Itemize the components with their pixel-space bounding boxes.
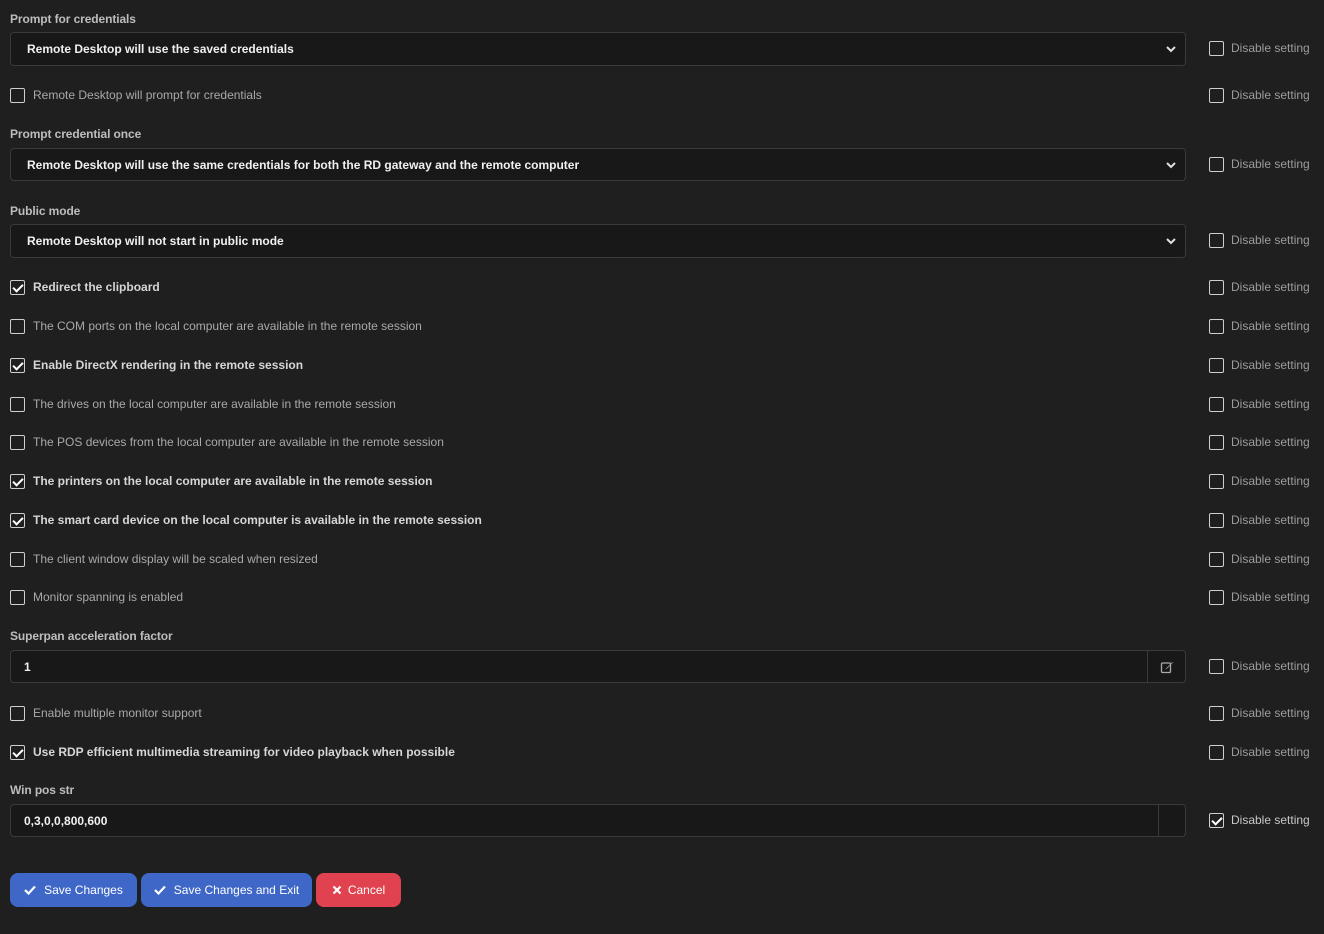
- save-button[interactable]: Save Changes: [10, 873, 137, 907]
- disable-drives-checkbox[interactable]: [1209, 397, 1224, 412]
- disable-directx-checkbox[interactable]: [1209, 358, 1224, 373]
- monitor-spanning-checkbox[interactable]: [10, 590, 25, 605]
- multi-monitor-checkbox[interactable]: [10, 706, 25, 721]
- save-exit-button-label: Save Changes and Exit: [173, 883, 300, 897]
- edit-icon: [1160, 661, 1173, 673]
- save-button-label: Save Changes: [44, 883, 123, 897]
- cancel-button[interactable]: Cancel: [316, 873, 401, 907]
- close-icon: [332, 885, 342, 895]
- disable-prompt-credentials-checkbox[interactable]: [1209, 41, 1224, 56]
- cancel-button-label: Cancel: [347, 883, 386, 897]
- prompt-once-select[interactable]: Remote Desktop will use the same credent…: [10, 148, 1186, 181]
- pos-devices-checkbox[interactable]: [10, 435, 25, 450]
- disable-public-mode-checkbox[interactable]: [1209, 233, 1224, 248]
- printers-label: The printers on the local computer are a…: [33, 474, 433, 488]
- public-mode-value: Remote Desktop will not start in public …: [27, 234, 284, 248]
- disable-setting-label: Disable setting: [1231, 233, 1310, 247]
- redirect-clipboard-checkbox[interactable]: [10, 280, 25, 295]
- disable-setting-label: Disable setting: [1231, 157, 1310, 171]
- disable-redirect-clipboard-checkbox[interactable]: [1209, 280, 1224, 295]
- directx-checkbox[interactable]: [10, 358, 25, 373]
- prompt-credentials-checkbox-label: Remote Desktop will prompt for credentia…: [33, 88, 262, 102]
- disable-monitor-spanning-checkbox[interactable]: [1209, 590, 1224, 605]
- public-mode-label: Public mode: [10, 204, 81, 218]
- disable-pos-devices-checkbox[interactable]: [1209, 435, 1224, 450]
- disable-scaled-display-checkbox[interactable]: [1209, 552, 1224, 567]
- disable-superpan-checkbox[interactable]: [1209, 659, 1224, 674]
- disable-prompt-checkbox-checkbox[interactable]: [1209, 88, 1224, 103]
- multimedia-streaming-label: Use RDP efficient multimedia streaming f…: [33, 745, 455, 759]
- prompt-credentials-checkbox[interactable]: [10, 88, 25, 103]
- scaled-display-label: The client window display will be scaled…: [33, 552, 318, 566]
- disable-setting-label: Disable setting: [1231, 513, 1310, 527]
- disable-setting-label: Disable setting: [1231, 813, 1310, 827]
- disable-setting-label: Disable setting: [1231, 280, 1310, 294]
- disable-smart-card-checkbox[interactable]: [1209, 513, 1224, 528]
- smart-card-label: The smart card device on the local compu…: [33, 513, 482, 527]
- disable-printers-checkbox[interactable]: [1209, 474, 1224, 489]
- drives-checkbox[interactable]: [10, 397, 25, 412]
- win-pos-input[interactable]: 0,3,0,0,800,600: [10, 804, 1186, 837]
- multi-monitor-label: Enable multiple monitor support: [33, 706, 202, 720]
- disable-setting-label: Disable setting: [1231, 88, 1310, 102]
- prompt-once-label: Prompt credential once: [10, 127, 142, 141]
- com-ports-label: The COM ports on the local computer are …: [33, 319, 422, 333]
- chevron-down-icon: [1166, 238, 1176, 245]
- prompt-once-value: Remote Desktop will use the same credent…: [27, 157, 580, 172]
- win-pos-addon: [1158, 805, 1185, 836]
- drives-label: The drives on the local computer are ava…: [33, 397, 396, 411]
- redirect-clipboard-label: Redirect the clipboard: [33, 280, 160, 294]
- superpan-input[interactable]: 1: [10, 650, 1186, 683]
- smart-card-checkbox[interactable]: [10, 513, 25, 528]
- disable-setting-label: Disable setting: [1231, 706, 1310, 720]
- disable-setting-label: Disable setting: [1231, 435, 1310, 449]
- superpan-label: Superpan acceleration factor: [10, 629, 173, 643]
- multimedia-streaming-checkbox[interactable]: [10, 745, 25, 760]
- prompt-credentials-label: Prompt for credentials: [10, 12, 136, 26]
- chevron-down-icon: [1166, 162, 1176, 169]
- scaled-display-checkbox[interactable]: [10, 552, 25, 567]
- prompt-credentials-select[interactable]: Remote Desktop will use the saved creden…: [10, 32, 1186, 66]
- save-exit-button[interactable]: Save Changes and Exit: [141, 873, 312, 907]
- public-mode-select[interactable]: Remote Desktop will not start in public …: [10, 224, 1186, 258]
- disable-prompt-once-checkbox[interactable]: [1209, 157, 1224, 172]
- superpan-value: 1: [24, 659, 31, 674]
- disable-multimedia-streaming-checkbox[interactable]: [1209, 745, 1224, 760]
- com-ports-checkbox[interactable]: [10, 319, 25, 334]
- printers-checkbox[interactable]: [10, 474, 25, 489]
- disable-multi-monitor-checkbox[interactable]: [1209, 706, 1224, 721]
- disable-setting-label: Disable setting: [1231, 319, 1310, 333]
- disable-setting-label: Disable setting: [1231, 397, 1310, 411]
- disable-setting-label: Disable setting: [1231, 474, 1310, 488]
- win-pos-value: 0,3,0,0,800,600: [24, 813, 108, 828]
- disable-setting-label: Disable setting: [1231, 659, 1310, 673]
- win-pos-label: Win pos str: [10, 783, 75, 797]
- check-icon: [24, 885, 36, 895]
- chevron-down-icon: [1166, 46, 1176, 53]
- disable-setting-label: Disable setting: [1231, 590, 1310, 604]
- disable-setting-label: Disable setting: [1231, 41, 1310, 55]
- monitor-spanning-label: Monitor spanning is enabled: [33, 590, 184, 604]
- disable-setting-label: Disable setting: [1231, 358, 1310, 372]
- edit-button[interactable]: [1147, 651, 1185, 682]
- disable-setting-label: Disable setting: [1231, 745, 1310, 759]
- pos-devices-label: The POS devices from the local computer …: [33, 435, 444, 449]
- disable-win-pos-checkbox[interactable]: [1209, 813, 1224, 828]
- disable-setting-label: Disable setting: [1231, 552, 1310, 566]
- directx-label: Enable DirectX rendering in the remote s…: [33, 358, 304, 372]
- prompt-credentials-value: Remote Desktop will use the saved creden…: [27, 42, 294, 56]
- disable-com-ports-checkbox[interactable]: [1209, 319, 1224, 334]
- check-icon: [154, 885, 166, 895]
